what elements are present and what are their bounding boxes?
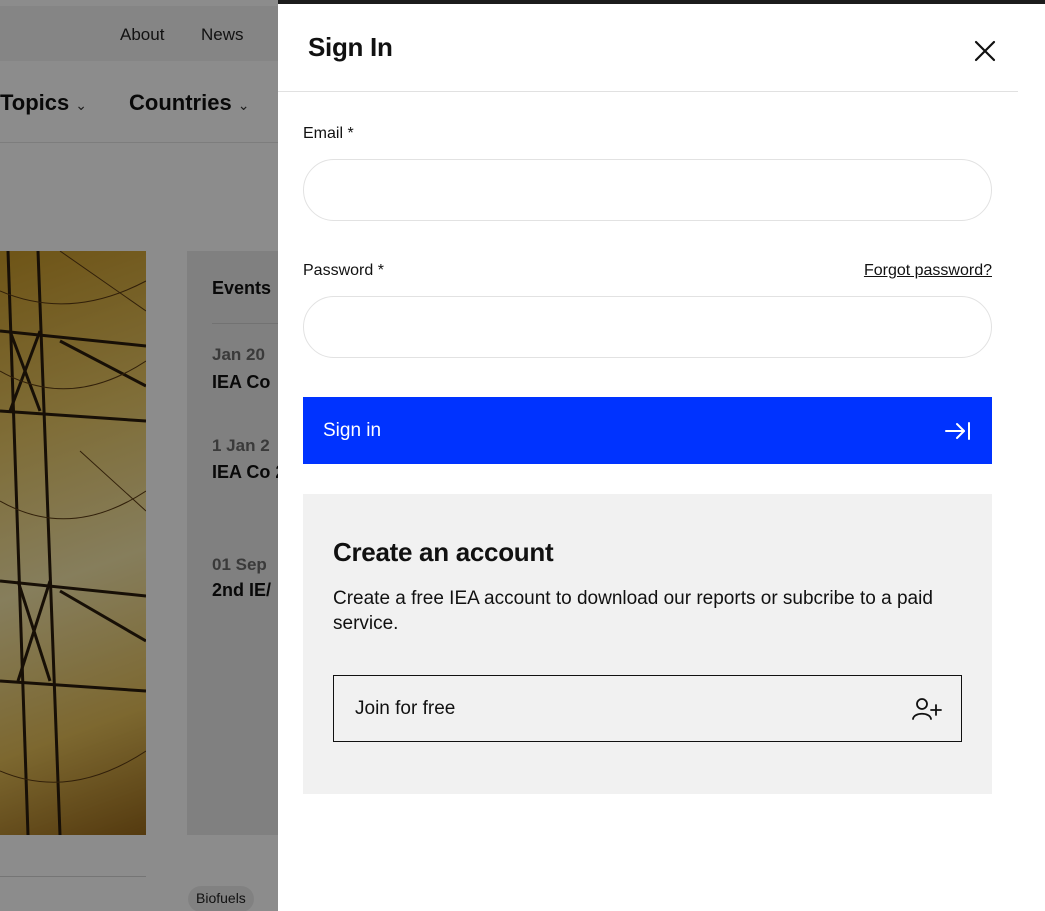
- close-icon: [974, 40, 996, 62]
- forgot-password-link[interactable]: Forgot password?: [864, 262, 992, 280]
- sign-in-panel: Sign In Email * Password * Forgot passwo…: [278, 0, 1045, 911]
- arrow-right-to-bar-icon: [945, 422, 970, 440]
- create-account-title: Create an account: [333, 537, 554, 567]
- create-account-description: Create a free IEA account to download ou…: [333, 588, 933, 634]
- sign-in-button[interactable]: Sign in: [303, 397, 992, 464]
- create-account-section: Create an account Create a free IEA acco…: [303, 494, 992, 794]
- password-field[interactable]: [303, 296, 992, 358]
- password-label: Password *: [303, 262, 384, 279]
- user-plus-icon: [912, 698, 942, 720]
- join-button-label: Join for free: [355, 698, 456, 719]
- email-label: Email *: [303, 125, 354, 142]
- email-field[interactable]: [303, 159, 992, 221]
- panel-header: Sign In: [278, 4, 1018, 92]
- join-for-free-button[interactable]: Join for free: [333, 675, 962, 742]
- sign-in-button-label: Sign in: [323, 420, 382, 441]
- panel-title: Sign In: [308, 32, 393, 62]
- close-button[interactable]: [970, 36, 1000, 66]
